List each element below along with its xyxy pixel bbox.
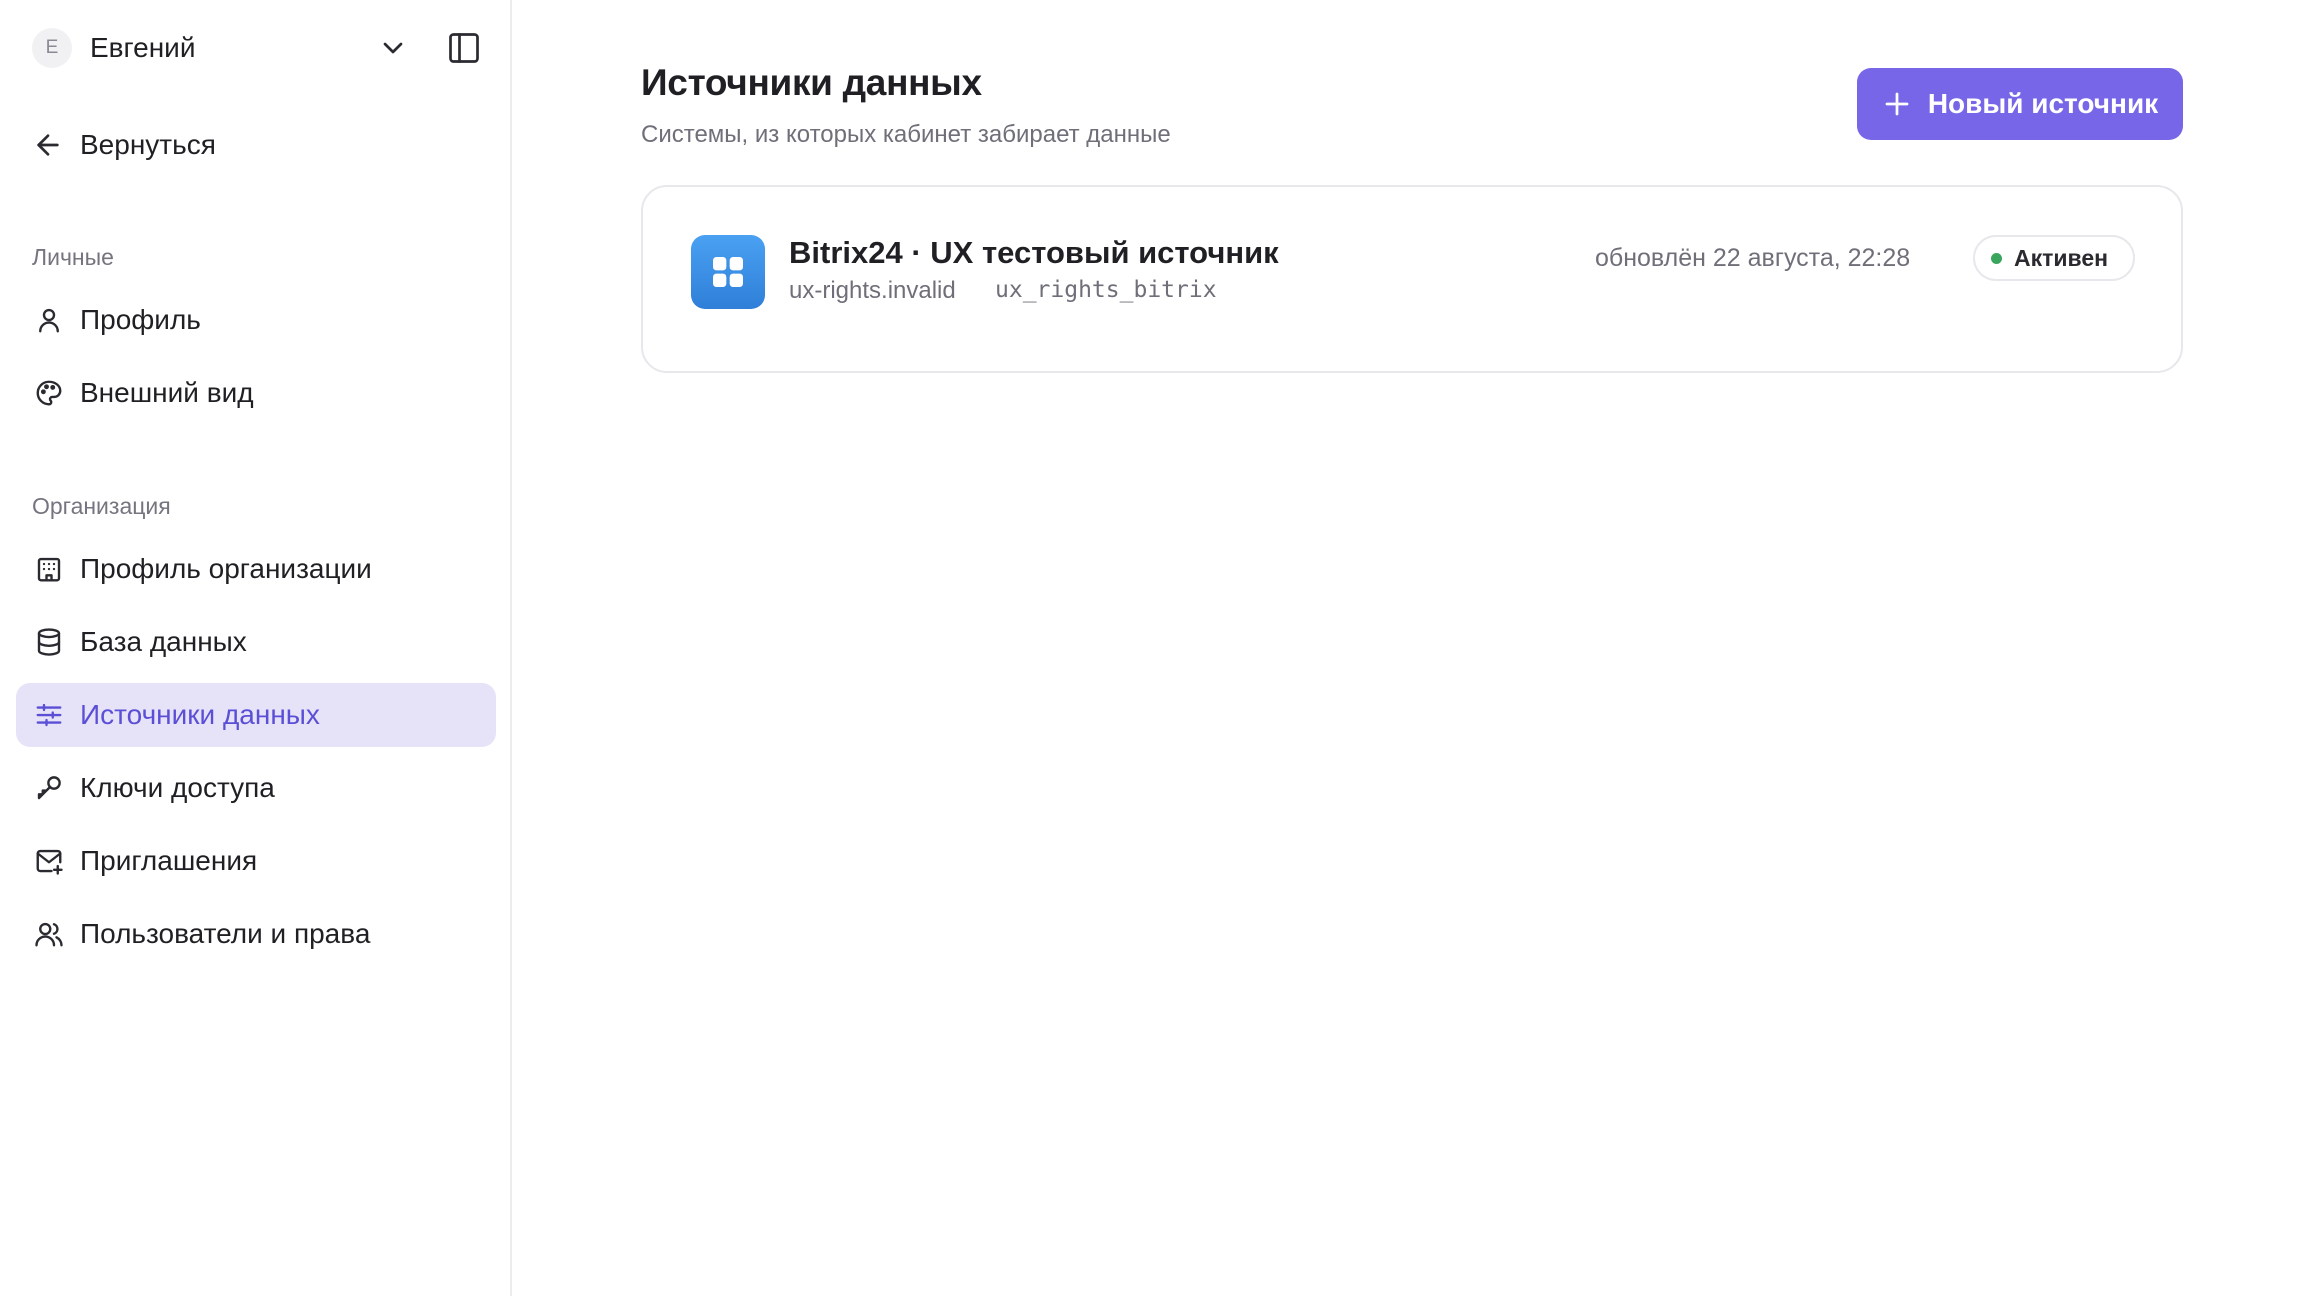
sidebar-item-label: Источники данных (80, 699, 320, 730)
arrow-left-icon (32, 129, 64, 161)
source-key: ux_rights_bitrix (995, 277, 1217, 303)
avatar-initial: Е (45, 37, 59, 58)
section-title-organization: Организация (32, 493, 171, 519)
building-icon (32, 552, 66, 586)
back-link-label: Вернуться (80, 129, 216, 160)
palette-icon (32, 376, 66, 410)
user-switcher[interactable]: Е Евгений (32, 28, 492, 68)
status-badge: Активен (1973, 235, 2135, 281)
mail-plus-icon (32, 844, 66, 878)
sliders-icon (32, 698, 66, 732)
sidebar-item-database[interactable]: База данных (16, 610, 496, 674)
new-source-button-label: Новый источник (1927, 88, 2159, 119)
sidebar: Е Евгений Вернуться Личные Профиль Внешн… (0, 0, 512, 1296)
page-title: Источники данных (641, 62, 982, 103)
sidebar-item-organization-profile[interactable]: Профиль организации (16, 537, 496, 601)
sidebar-item-access-keys[interactable]: Ключи доступа (16, 756, 496, 820)
sidebar-item-label: Профиль (80, 304, 201, 335)
app-root: Е Евгений Вернуться Личные Профиль Внешн… (0, 0, 2304, 1296)
user-name[interactable]: Евгений (90, 32, 195, 64)
sidebar-item-label: Ключи доступа (80, 772, 275, 803)
sidebar-item-appearance[interactable]: Внешний вид (16, 361, 496, 425)
source-domain: ux-rights.invalid (789, 277, 956, 304)
sidebar-item-label: Внешний вид (80, 377, 254, 408)
main-content: Источники данных Системы, из которых каб… (512, 0, 2304, 1296)
bitrix-grid-icon (691, 235, 765, 309)
status-dot-icon (1991, 252, 2002, 264)
users-icon (32, 917, 66, 951)
back-link[interactable]: Вернуться (32, 124, 216, 166)
sidebar-item-label: Профиль организации (80, 553, 372, 584)
user-icon (32, 303, 66, 337)
source-card[interactable]: Bitrix24 · UX тестовый источник ux-right… (641, 185, 2183, 373)
sidebar-item-label: Пользователи и права (80, 918, 371, 949)
chevron-down-icon[interactable] (377, 32, 409, 64)
key-icon (32, 771, 66, 805)
source-name: Bitrix24 · UX тестовый источник (789, 235, 1279, 270)
sidebar-item-invitations[interactable]: Приглашения (16, 829, 496, 893)
section-title-personal: Личные (32, 244, 114, 270)
sidebar-item-profile[interactable]: Профиль (16, 288, 496, 352)
database-icon (32, 625, 66, 659)
page-subtitle: Системы, из которых кабинет забирает дан… (641, 121, 1171, 148)
avatar[interactable]: Е (32, 28, 72, 68)
sidebar-item-data-sources[interactable]: Источники данных (16, 683, 496, 747)
sidebar-item-label: Приглашения (80, 845, 258, 876)
status-label: Активен (2014, 244, 2109, 271)
sidebar-item-users-rights[interactable]: Пользователи и права (16, 902, 496, 966)
sidebar-item-label: База данных (80, 626, 247, 657)
new-source-button[interactable]: Новый источник (1857, 68, 2183, 140)
plus-icon (1882, 89, 1912, 119)
source-updated-time: обновлён 22 августа, 22:28 (1595, 244, 1911, 272)
sidebar-toggle-icon[interactable] (446, 30, 482, 66)
